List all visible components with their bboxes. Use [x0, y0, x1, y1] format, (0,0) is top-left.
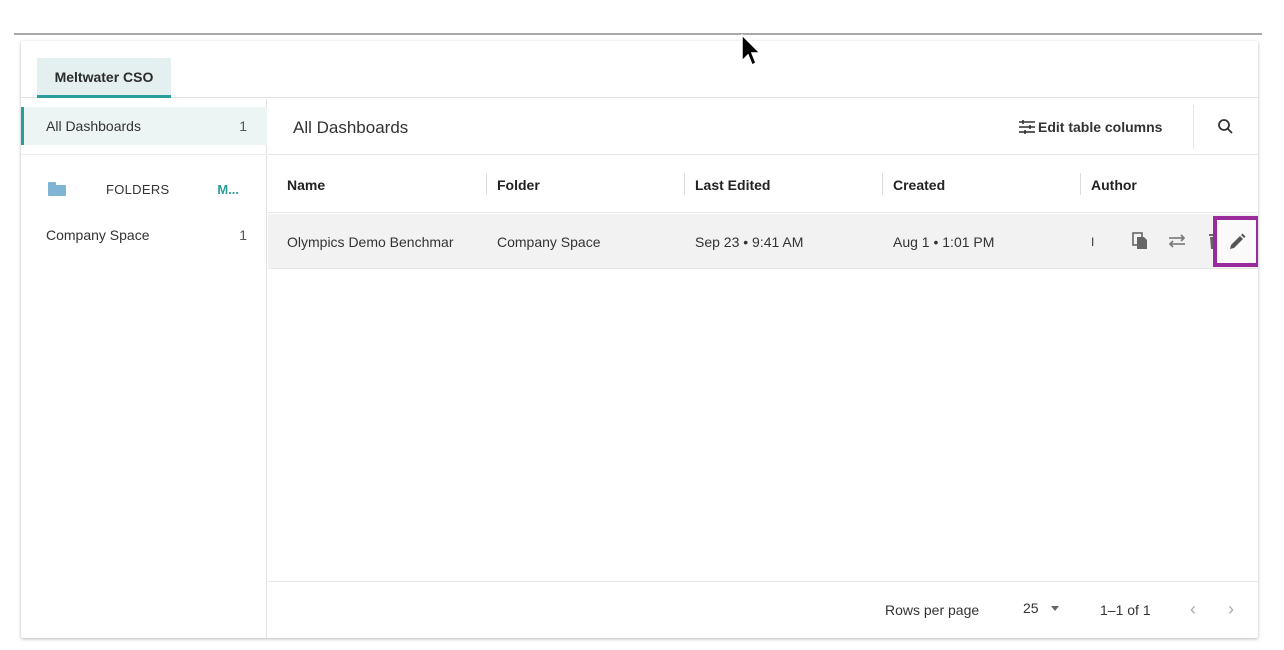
chevron-left-icon: ‹	[1190, 598, 1196, 619]
edit-table-columns-button[interactable]: Edit table columns	[1018, 119, 1162, 135]
previous-page-button[interactable]: ‹	[1183, 598, 1203, 620]
column-header-last-edited[interactable]: Last Edited	[695, 156, 770, 213]
column-header-created[interactable]: Created	[893, 156, 945, 213]
swap-arrows-icon	[1168, 234, 1186, 248]
dashboards-panel: Meltwater CSO All Dashboards 1 FOLDERS M…	[21, 41, 1258, 638]
folder-icon	[48, 182, 66, 196]
column-divider	[1080, 173, 1081, 195]
page-title: All Dashboards	[293, 118, 409, 137]
sidebar-divider	[21, 154, 267, 155]
workspace-tab[interactable]: Meltwater CSO	[37, 58, 171, 98]
sidebar: All Dashboards 1 FOLDERS M... Company Sp…	[21, 99, 267, 638]
cell-author: I	[1091, 234, 1095, 249]
next-page-button[interactable]: ›	[1221, 598, 1241, 620]
tune-icon	[1019, 120, 1035, 134]
rows-per-page-select[interactable]: 25	[1023, 600, 1059, 616]
column-divider	[882, 173, 883, 195]
table-row[interactable]: Olympics Demo Benchmar Company Space Sep…	[268, 214, 1258, 269]
mouse-pointer-icon	[741, 34, 762, 67]
pagination-range: 1–1 of 1	[1100, 602, 1151, 618]
move-button[interactable]	[1165, 229, 1189, 253]
edit-button[interactable]	[1213, 216, 1258, 267]
pencil-icon	[1229, 233, 1245, 249]
table-header: Name Folder Last Edited Created Author	[268, 156, 1258, 213]
copy-icon	[1132, 232, 1147, 249]
search-button[interactable]	[1216, 117, 1236, 137]
sidebar-item-company-space[interactable]: Company Space 1	[21, 216, 267, 254]
rows-per-page-label: Rows per page	[885, 602, 980, 618]
sidebar-item-all-dashboards[interactable]: All Dashboards 1	[21, 107, 267, 145]
sidebar-item-label: Company Space	[46, 227, 150, 243]
search-icon	[1218, 119, 1233, 134]
rows-per-page-value: 25	[1023, 600, 1039, 616]
column-header-name[interactable]: Name	[287, 156, 325, 213]
column-divider	[684, 173, 685, 195]
duplicate-button[interactable]	[1128, 229, 1152, 253]
chevron-down-icon	[1050, 605, 1059, 611]
folders-menu-button[interactable]: M...	[217, 182, 239, 197]
edit-table-columns-label: Edit table columns	[1038, 119, 1163, 135]
chevron-right-icon: ›	[1228, 598, 1234, 619]
column-header-folder[interactable]: Folder	[497, 156, 540, 213]
folders-label: FOLDERS	[106, 181, 170, 197]
header-divider	[1193, 105, 1194, 149]
folders-header: FOLDERS M...	[21, 169, 267, 209]
sidebar-item-label: All Dashboards	[46, 118, 141, 134]
cell-last-edited: Sep 23 • 9:41 AM	[695, 233, 804, 250]
cell-folder: Company Space	[497, 233, 601, 250]
main-header: All Dashboards Edit table columns	[268, 99, 1258, 155]
column-header-author[interactable]: Author	[1091, 156, 1137, 213]
sidebar-item-count: 1	[239, 227, 247, 243]
workspace-tab-bar: Meltwater CSO	[21, 41, 1258, 98]
cell-created: Aug 1 • 1:01 PM	[893, 233, 995, 250]
pagination-bar: Rows per page 25 1–1 of 1 ‹ ›	[268, 581, 1258, 638]
cell-name: Olympics Demo Benchmar	[287, 233, 454, 250]
column-divider	[486, 173, 487, 195]
sidebar-item-count: 1	[239, 118, 247, 134]
main-content: All Dashboards Edit table columns Name F…	[268, 99, 1258, 638]
top-divider	[14, 33, 1262, 35]
